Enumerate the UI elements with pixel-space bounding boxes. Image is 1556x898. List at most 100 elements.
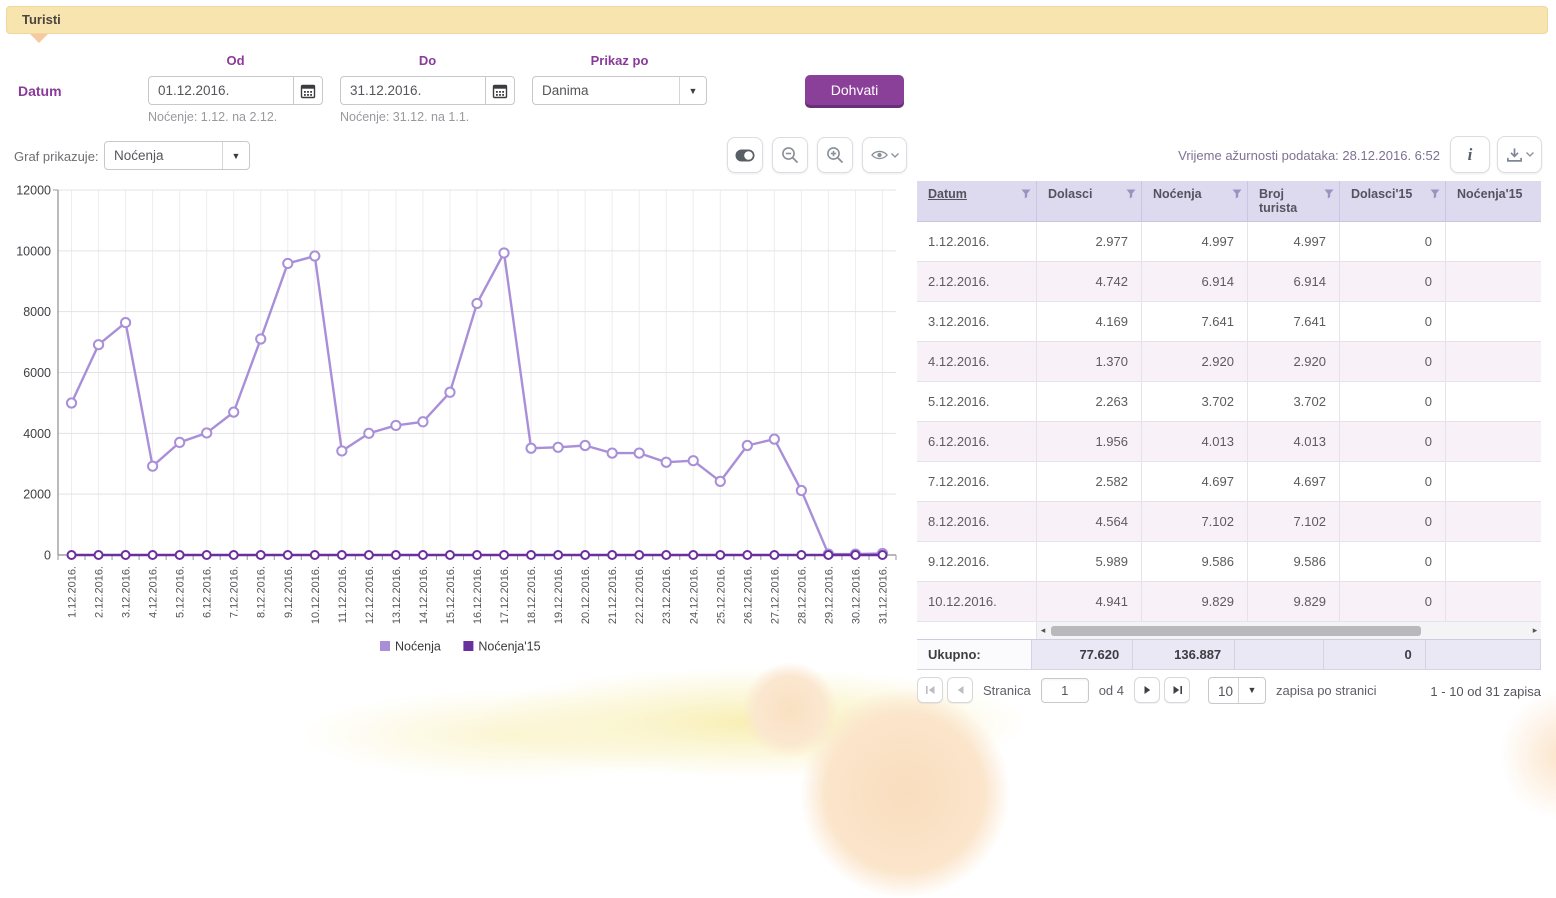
download-button[interactable] [1497, 136, 1542, 173]
scrollbar-spacer [917, 622, 1037, 639]
svg-text:31.12.2016.: 31.12.2016. [877, 566, 889, 624]
date-to-hint: Noćenje: 31.12. na 1.1. [340, 110, 469, 124]
table-cell: 7.12.2016. [917, 462, 1037, 501]
contrast-toggle-button[interactable] [727, 137, 763, 173]
filter-icon[interactable] [1430, 189, 1440, 199]
info-icon: i [1468, 145, 1473, 165]
svg-text:7.12.2016.: 7.12.2016. [229, 566, 241, 618]
filter-icon[interactable] [1232, 189, 1242, 199]
table-row[interactable]: 1.12.2016.2.9774.9974.9970 [917, 222, 1541, 262]
zoom-in-button[interactable] [817, 137, 853, 173]
first-page-button[interactable] [917, 677, 943, 703]
table-row[interactable]: 4.12.2016.1.3702.9202.9200 [917, 342, 1541, 382]
scroll-left-icon[interactable]: ◂ [1037, 622, 1049, 639]
page-count-label: od 4 [1099, 683, 1124, 698]
column-header-1[interactable]: Datum [917, 181, 1037, 221]
info-button[interactable]: i [1450, 136, 1490, 173]
date-to-label: Do [340, 53, 515, 68]
date-to-field[interactable]: 31.12.2016. [340, 76, 515, 105]
table-cell: 4.013 [1248, 422, 1340, 461]
scroll-right-icon[interactable]: ▸ [1529, 622, 1541, 639]
table-row[interactable]: 8.12.2016.4.5647.1027.1020 [917, 502, 1541, 542]
table-cell: 2.263 [1037, 382, 1142, 421]
prev-page-button[interactable] [947, 677, 973, 703]
dropdown-arrow-icon: ▼ [679, 77, 706, 104]
next-page-button[interactable] [1134, 677, 1160, 703]
table-cell: 6.12.2016. [917, 422, 1037, 461]
table-cell [1446, 422, 1541, 461]
column-header-3[interactable]: Noćenja [1142, 181, 1248, 221]
svg-text:Noćenja'15: Noćenja'15 [478, 640, 540, 654]
svg-text:23.12.2016.: 23.12.2016. [661, 566, 673, 624]
table-row[interactable]: 2.12.2016.4.7426.9146.9140 [917, 262, 1541, 302]
table-cell: 7.102 [1142, 502, 1248, 541]
last-page-icon [1172, 685, 1183, 695]
table-cell: 0 [1340, 582, 1446, 621]
header-pointer-icon [30, 34, 48, 43]
page-number-input[interactable] [1041, 678, 1089, 703]
svg-text:8000: 8000 [23, 305, 51, 319]
scrollbar-thumb[interactable] [1051, 626, 1421, 636]
column-header-4[interactable]: Broj turista [1248, 181, 1340, 221]
table-row[interactable]: 3.12.2016.4.1697.6417.6410 [917, 302, 1541, 342]
page-size-value: 10 [1209, 678, 1238, 703]
table-cell: 4.997 [1142, 222, 1248, 261]
filter-icon[interactable] [1126, 189, 1136, 199]
next-page-icon [1143, 685, 1152, 695]
zoom-out-icon [781, 146, 799, 164]
table-row[interactable]: 5.12.2016.2.2633.7023.7020 [917, 382, 1541, 422]
stranica-label: Stranica [983, 683, 1031, 698]
table-cell: 6.914 [1248, 262, 1340, 301]
table-cell: 0 [1340, 302, 1446, 341]
graf-select[interactable]: Noćenja ▼ [104, 141, 250, 170]
table-row[interactable]: 9.12.2016.5.9899.5869.5860 [917, 542, 1541, 582]
date-to-value[interactable]: 31.12.2016. [341, 77, 485, 104]
column-header-6[interactable]: Noćenja'15 [1446, 181, 1541, 221]
svg-text:4.12.2016.: 4.12.2016. [148, 566, 160, 618]
table-cell [1446, 542, 1541, 581]
table-row[interactable]: 7.12.2016.2.5824.6974.6970 [917, 462, 1541, 502]
filter-icon[interactable] [1324, 189, 1334, 199]
table-cell: 0 [1340, 262, 1446, 301]
fetch-button[interactable]: Dohvati [805, 75, 904, 105]
page-size-select[interactable]: 10 ▼ [1208, 677, 1266, 704]
table-row[interactable]: 6.12.2016.1.9564.0134.0130 [917, 422, 1541, 462]
table-cell: 4.169 [1037, 302, 1142, 341]
total-cell [1235, 640, 1324, 669]
date-from-field[interactable]: 01.12.2016. [148, 76, 323, 105]
last-page-button[interactable] [1164, 677, 1190, 703]
table-total-row: Ukupno:77.620136.8870 [917, 639, 1541, 670]
prikaz-po-select[interactable]: Danima ▼ [532, 76, 707, 105]
table-cell: 4.697 [1142, 462, 1248, 501]
calendar-icon[interactable] [293, 77, 322, 104]
series-visibility-button[interactable] [862, 137, 907, 173]
zoom-out-button[interactable] [772, 137, 808, 173]
table-cell: 0 [1340, 342, 1446, 381]
horizontal-scrollbar[interactable]: ◂ ▸ [1037, 622, 1541, 639]
svg-text:6.12.2016.: 6.12.2016. [202, 566, 214, 618]
svg-text:16.12.2016.: 16.12.2016. [472, 566, 484, 624]
svg-text:27.12.2016.: 27.12.2016. [769, 566, 781, 624]
svg-text:11.12.2016.: 11.12.2016. [337, 566, 349, 623]
table-cell: 3.702 [1248, 382, 1340, 421]
table-cell [1446, 382, 1541, 421]
svg-text:2.12.2016.: 2.12.2016. [94, 566, 106, 618]
table-cell: 4.997 [1248, 222, 1340, 261]
svg-text:10000: 10000 [16, 244, 51, 258]
column-header-5[interactable]: Dolasci'15 [1340, 181, 1446, 221]
column-header-2[interactable]: Dolasci [1037, 181, 1142, 221]
prikaz-po-value: Danima [533, 77, 679, 104]
calendar-icon[interactable] [485, 77, 514, 104]
page-title: Turisti [22, 12, 61, 27]
svg-text:17.12.2016.: 17.12.2016. [499, 566, 511, 624]
table-cell: 3.702 [1142, 382, 1248, 421]
date-from-value[interactable]: 01.12.2016. [149, 77, 293, 104]
table-cell: 1.956 [1037, 422, 1142, 461]
svg-text:20.12.2016.: 20.12.2016. [580, 566, 592, 624]
table-cell: 9.829 [1248, 582, 1340, 621]
table-row[interactable]: 10.12.2016.4.9419.8299.8290 [917, 582, 1541, 622]
svg-text:29.12.2016.: 29.12.2016. [823, 566, 835, 624]
table-cell: 2.12.2016. [917, 262, 1037, 301]
table-cell [1446, 302, 1541, 341]
filter-icon[interactable] [1021, 189, 1031, 199]
